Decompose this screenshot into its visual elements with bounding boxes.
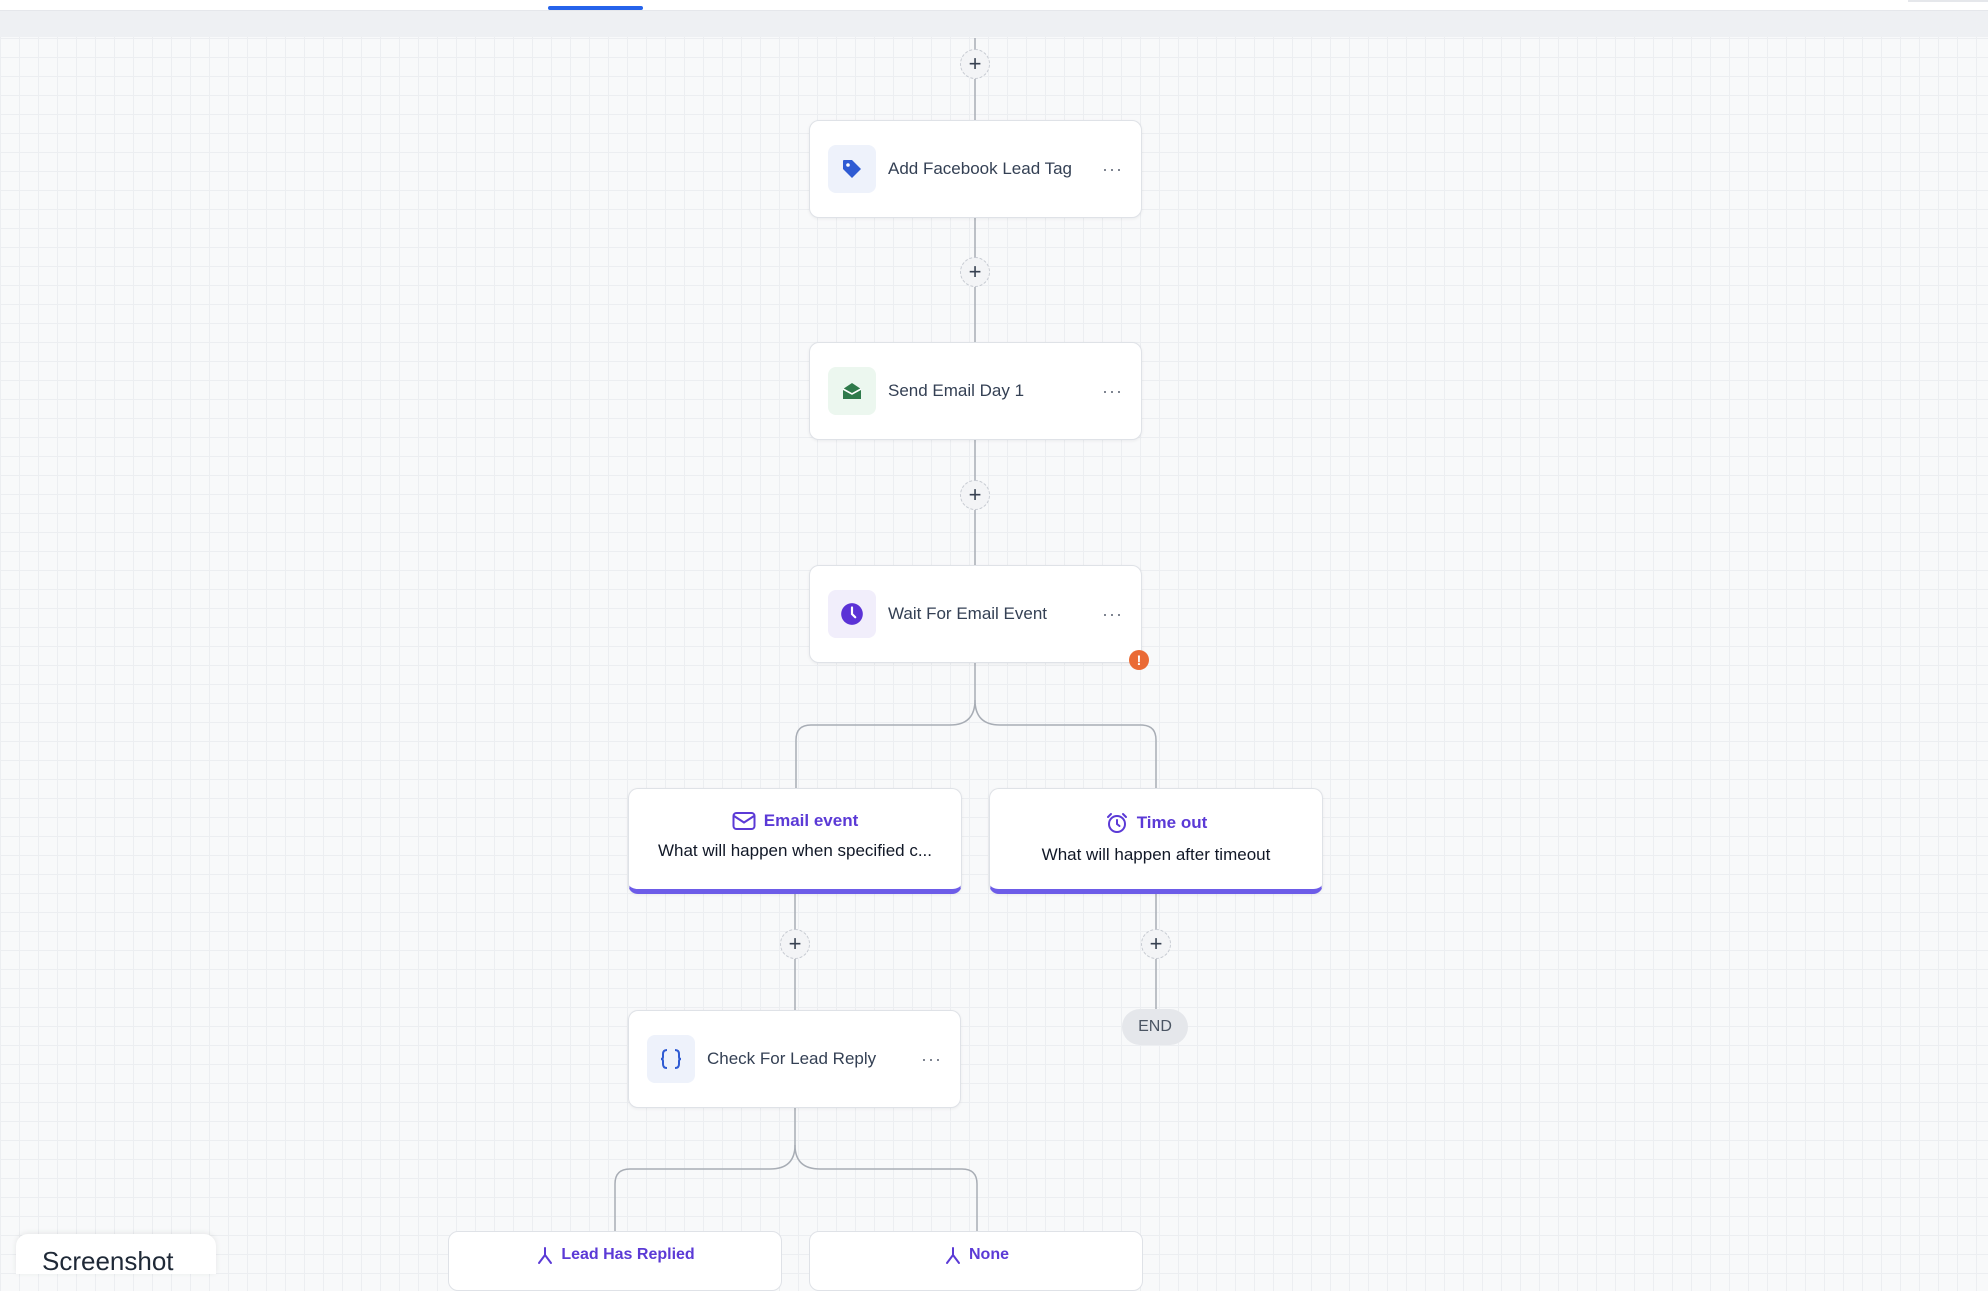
braces-icon [647,1035,695,1083]
branch-lead-has-replied[interactable]: Lead Has Replied [448,1231,782,1291]
node-add-facebook-lead-tag[interactable]: Add Facebook Lead Tag ··· [809,120,1142,218]
split-icon [946,1247,960,1264]
warning-badge[interactable]: ! [1129,650,1149,670]
node-title: Wait For Email Event [888,604,1048,623]
add-step-button[interactable]: + [780,929,810,959]
node-send-email-day-1[interactable]: Send Email Day 1 ··· [809,342,1142,440]
branch-description: What will happen when specified c... [657,841,933,860]
node-wait-for-email-event[interactable]: Wait For Email Event ··· [809,565,1142,663]
split-icon [538,1247,553,1264]
add-step-button[interactable]: + [960,49,990,79]
node-menu-button[interactable]: ··· [921,1049,942,1070]
branch-email-event[interactable]: Email event What will happen when specif… [628,788,962,894]
node-menu-button[interactable]: ··· [1102,604,1123,625]
branch-description: What will happen after timeout [1041,845,1271,864]
alarm-clock-icon [1106,813,1127,833]
envelope-open-icon [828,367,876,415]
branch-title: Lead Has Replied [561,1246,695,1263]
tag-icon [828,145,876,193]
add-step-button[interactable]: + [960,480,990,510]
screenshot-overlay-label[interactable]: Screenshot [16,1234,216,1276]
node-check-for-lead-reply[interactable]: Check For Lead Reply ··· [628,1010,961,1108]
node-title: Send Email Day 1 [888,381,1025,400]
branch-title: None [969,1246,1009,1263]
branch-time-out[interactable]: Time out What will happen after timeout [989,788,1323,894]
node-title: Check For Lead Reply [707,1049,877,1068]
node-title: Add Facebook Lead Tag [888,159,1072,178]
branch-title: Email event [763,811,859,830]
clock-icon [828,590,876,638]
mail-icon [732,812,756,830]
node-menu-button[interactable]: ··· [1102,159,1123,180]
node-menu-button[interactable]: ··· [1102,381,1123,402]
branch-none[interactable]: None [809,1231,1143,1291]
end-marker: END [1122,1009,1188,1045]
add-step-button[interactable]: + [1141,929,1171,959]
branch-title: Time out [1136,813,1208,832]
add-step-button[interactable]: + [960,257,990,287]
